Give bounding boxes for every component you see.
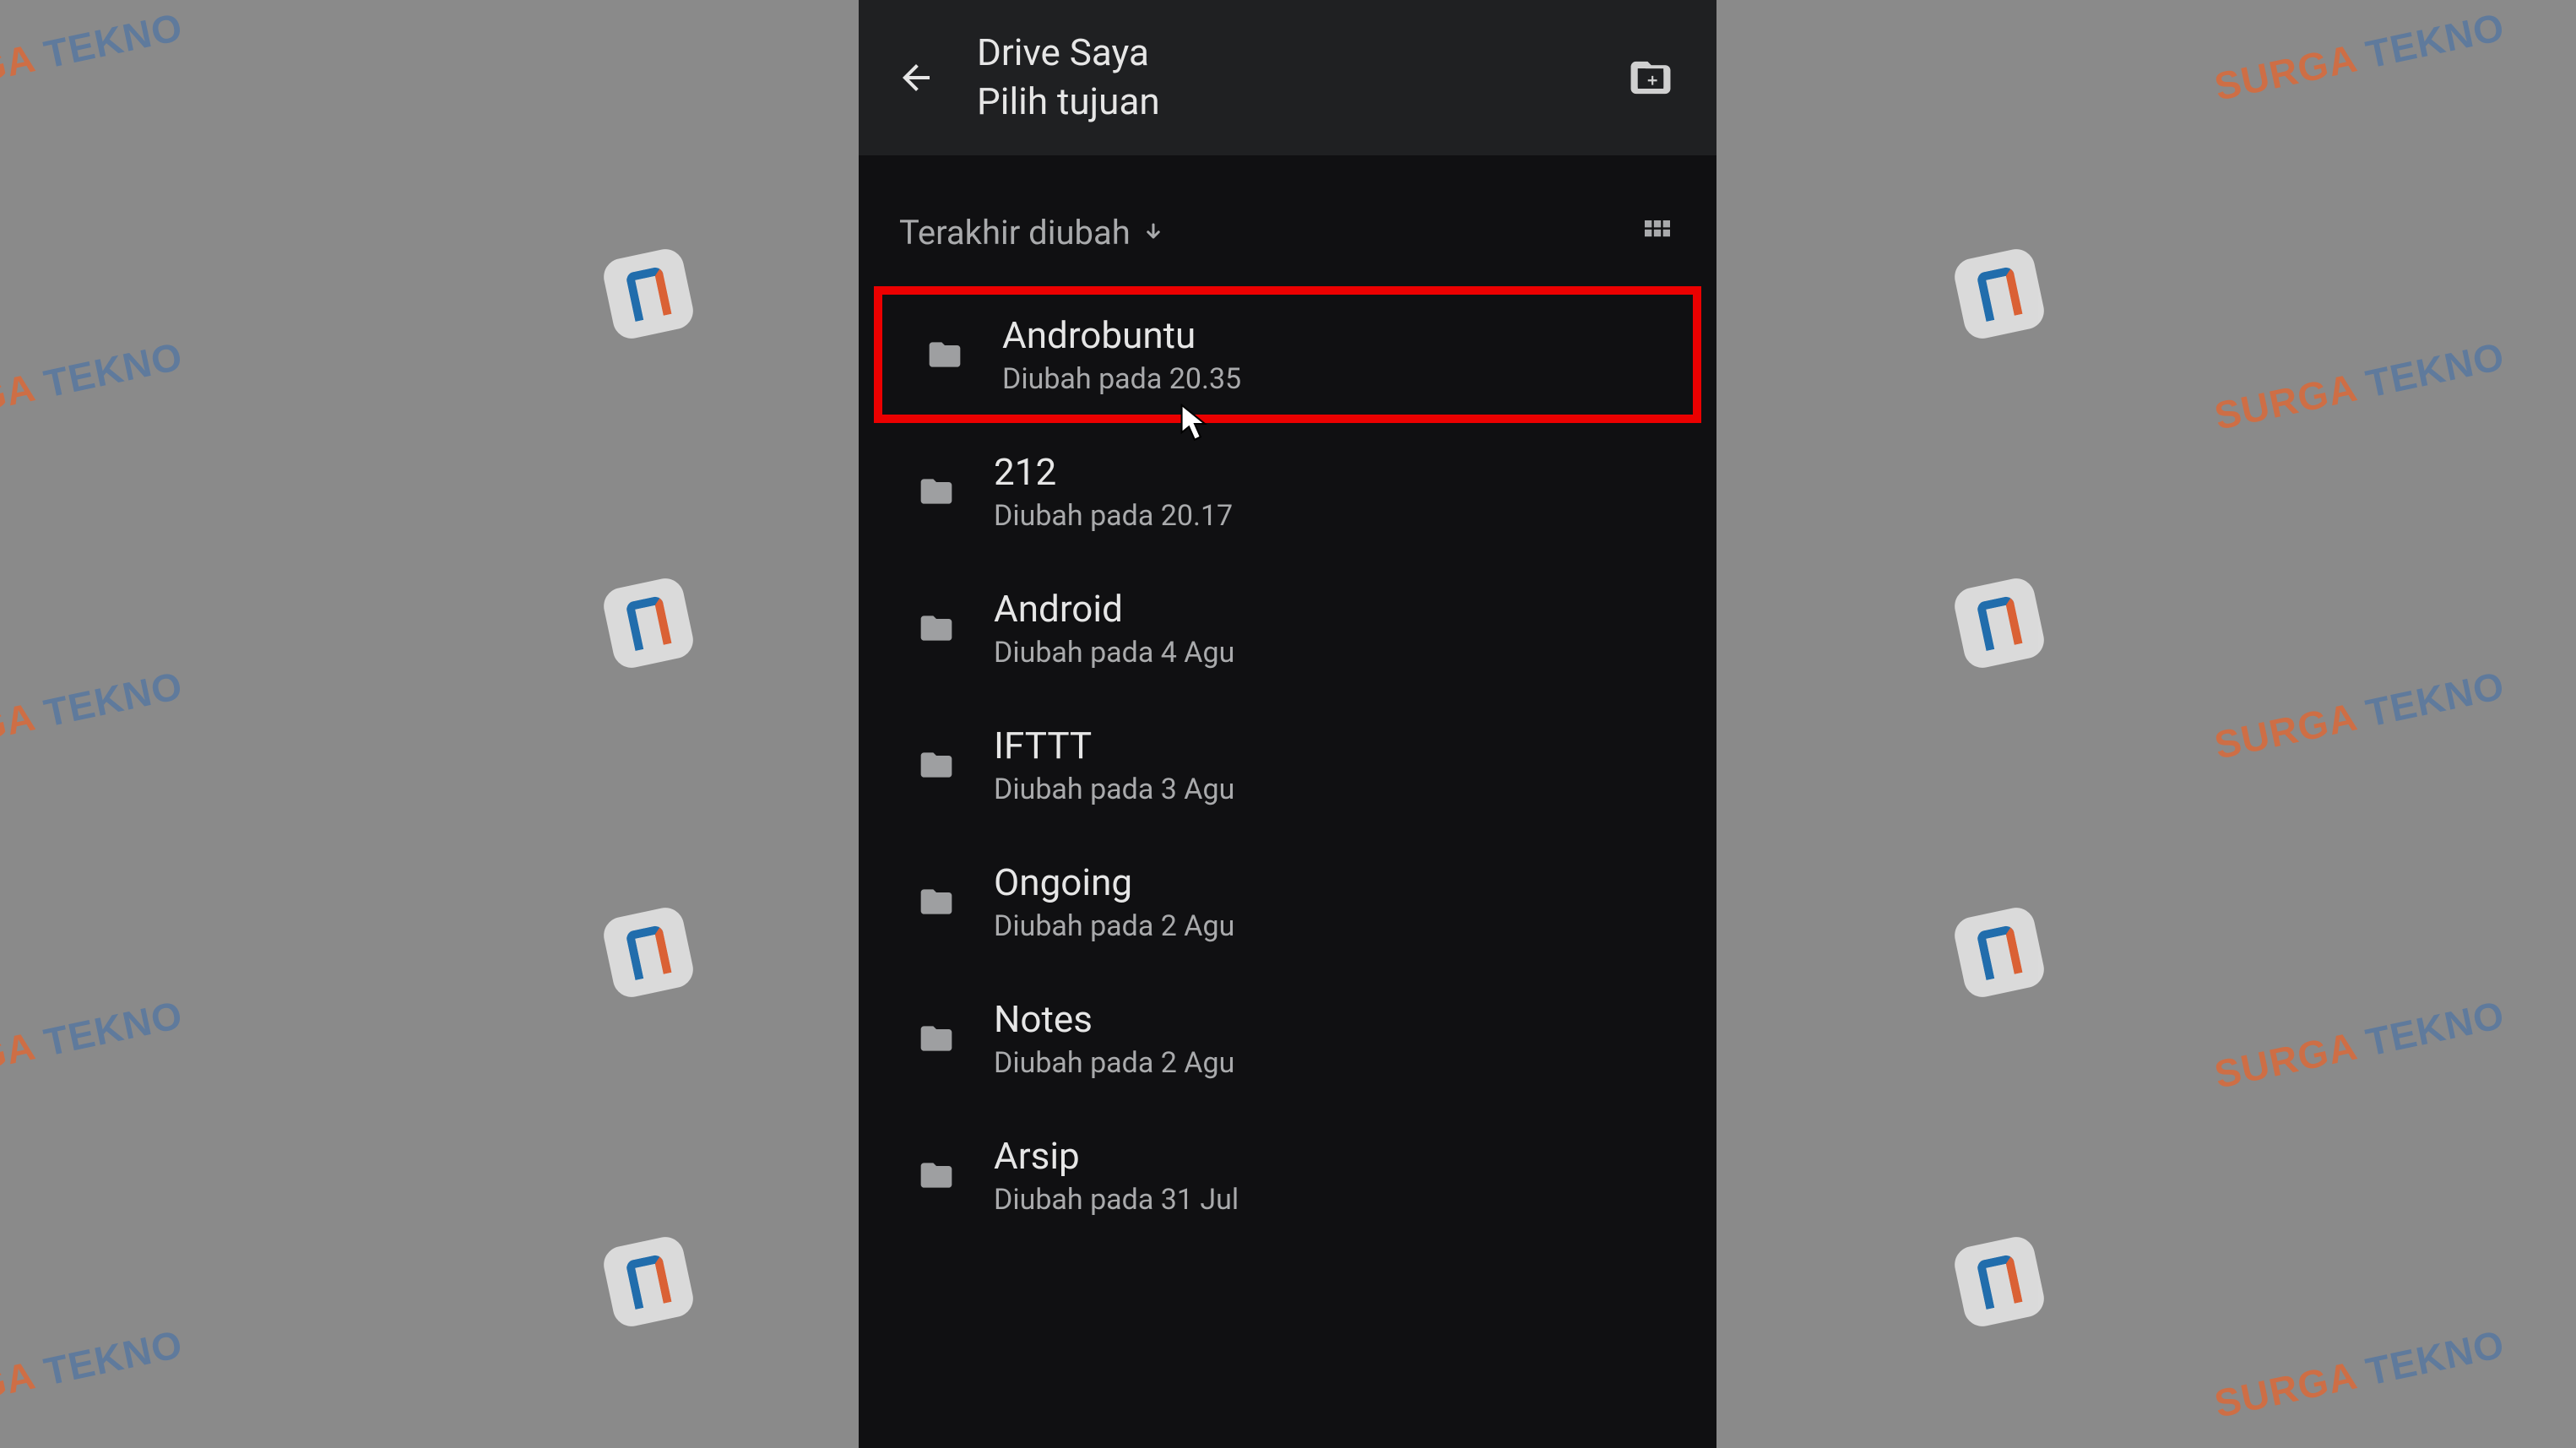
watermark-logo (1951, 904, 2047, 1001)
watermark-text-orange: SURGA (2210, 36, 2360, 109)
back-arrow-icon (896, 57, 936, 98)
folder-icon (916, 745, 957, 785)
watermark-logo (600, 246, 697, 342)
watermark-logo (1951, 246, 2047, 342)
watermark-logo (1951, 575, 2047, 671)
folder-name: Androbuntu (1002, 313, 1241, 357)
new-folder-icon (1629, 56, 1673, 100)
folder-name: Android (994, 587, 1234, 631)
watermark-text-blue: TEKNO (41, 1321, 187, 1393)
watermark-text-blue: TEKNO (2362, 334, 2508, 405)
folder-name: Ongoing (994, 860, 1234, 904)
folder-modified: Diubah pada 4 Agu (994, 636, 1234, 670)
folder-icon (916, 471, 957, 512)
watermark-text-blue: TEKNO (41, 663, 187, 735)
watermark-text-orange: SURGA (0, 1353, 38, 1426)
folder-modified: Diubah pada 20.17 (994, 499, 1233, 533)
watermark-text-orange: SURGA (0, 36, 38, 109)
watermark-text-blue: TEKNO (2362, 992, 2508, 1064)
folder-row-notes[interactable]: Notes Diubah pada 2 Agu (859, 970, 1716, 1107)
folder-icon (916, 881, 957, 922)
sort-row: Terakhir diubah (859, 155, 1716, 286)
phone-screen: Drive Saya Pilih tujuan Terakhir diubah (859, 0, 1716, 1448)
folder-name: IFTTT (994, 724, 1234, 767)
watermark-text-orange: SURGA (0, 366, 38, 438)
arrow-down-icon (1141, 220, 1166, 246)
folder-row-android[interactable]: Android Diubah pada 4 Agu (859, 560, 1716, 697)
watermark-text-blue: TEKNO (2362, 663, 2508, 735)
app-bar: Drive Saya Pilih tujuan (859, 0, 1716, 155)
folder-modified: Diubah pada 20.35 (1002, 362, 1241, 396)
watermark-logo (600, 1234, 697, 1330)
watermark-text-blue: TEKNO (41, 334, 187, 405)
folder-icon (916, 1018, 957, 1059)
watermark-text-blue: TEKNO (41, 4, 187, 76)
page-title: Drive Saya (977, 29, 1625, 77)
title-block: Drive Saya Pilih tujuan (977, 29, 1625, 127)
sort-label-text: Terakhir diubah (899, 213, 1131, 252)
folder-name: Arsip (994, 1134, 1239, 1178)
folder-row-ongoing[interactable]: Ongoing Diubah pada 2 Agu (859, 833, 1716, 970)
folder-modified: Diubah pada 3 Agu (994, 773, 1234, 806)
watermark-logo (600, 904, 697, 1001)
watermark-text-orange: SURGA (0, 695, 38, 767)
folder-list: Androbuntu Diubah pada 20.35 212 Diubah … (859, 286, 1716, 1244)
folder-modified: Diubah pada 31 Jul (994, 1183, 1239, 1217)
page-subtitle: Pilih tujuan (977, 77, 1625, 127)
folder-row-arsip[interactable]: Arsip Diubah pada 31 Jul (859, 1107, 1716, 1244)
grid-icon (1641, 216, 1674, 250)
watermark-text-orange: SURGA (2210, 1024, 2360, 1097)
watermark-text-blue: TEKNO (41, 992, 187, 1064)
folder-icon (916, 608, 957, 648)
new-folder-button[interactable] (1625, 52, 1676, 103)
folder-icon (925, 334, 965, 375)
folder-row-androbuntu[interactable]: Androbuntu Diubah pada 20.35 (874, 286, 1701, 423)
watermark-text-blue: TEKNO (2362, 1321, 2508, 1393)
folder-name: Notes (994, 997, 1234, 1041)
folder-name: 212 (994, 450, 1233, 494)
grid-view-button[interactable] (1639, 214, 1676, 252)
watermark-logo (600, 575, 697, 671)
watermark-text-orange: SURGA (0, 1024, 38, 1097)
back-button[interactable] (876, 37, 957, 118)
watermark-text-orange: SURGA (2210, 1353, 2360, 1426)
watermark-text-orange: SURGA (2210, 695, 2360, 767)
watermark-text-blue: TEKNO (2362, 4, 2508, 76)
watermark-logo (1951, 1234, 2047, 1330)
folder-row-ifttt[interactable]: IFTTT Diubah pada 3 Agu (859, 697, 1716, 833)
folder-modified: Diubah pada 2 Agu (994, 1046, 1234, 1080)
watermark-text-orange: SURGA (2210, 366, 2360, 438)
folder-row-212[interactable]: 212 Diubah pada 20.17 (859, 423, 1716, 560)
folder-icon (916, 1155, 957, 1196)
sort-button[interactable]: Terakhir diubah (899, 213, 1166, 252)
folder-modified: Diubah pada 2 Agu (994, 909, 1234, 943)
